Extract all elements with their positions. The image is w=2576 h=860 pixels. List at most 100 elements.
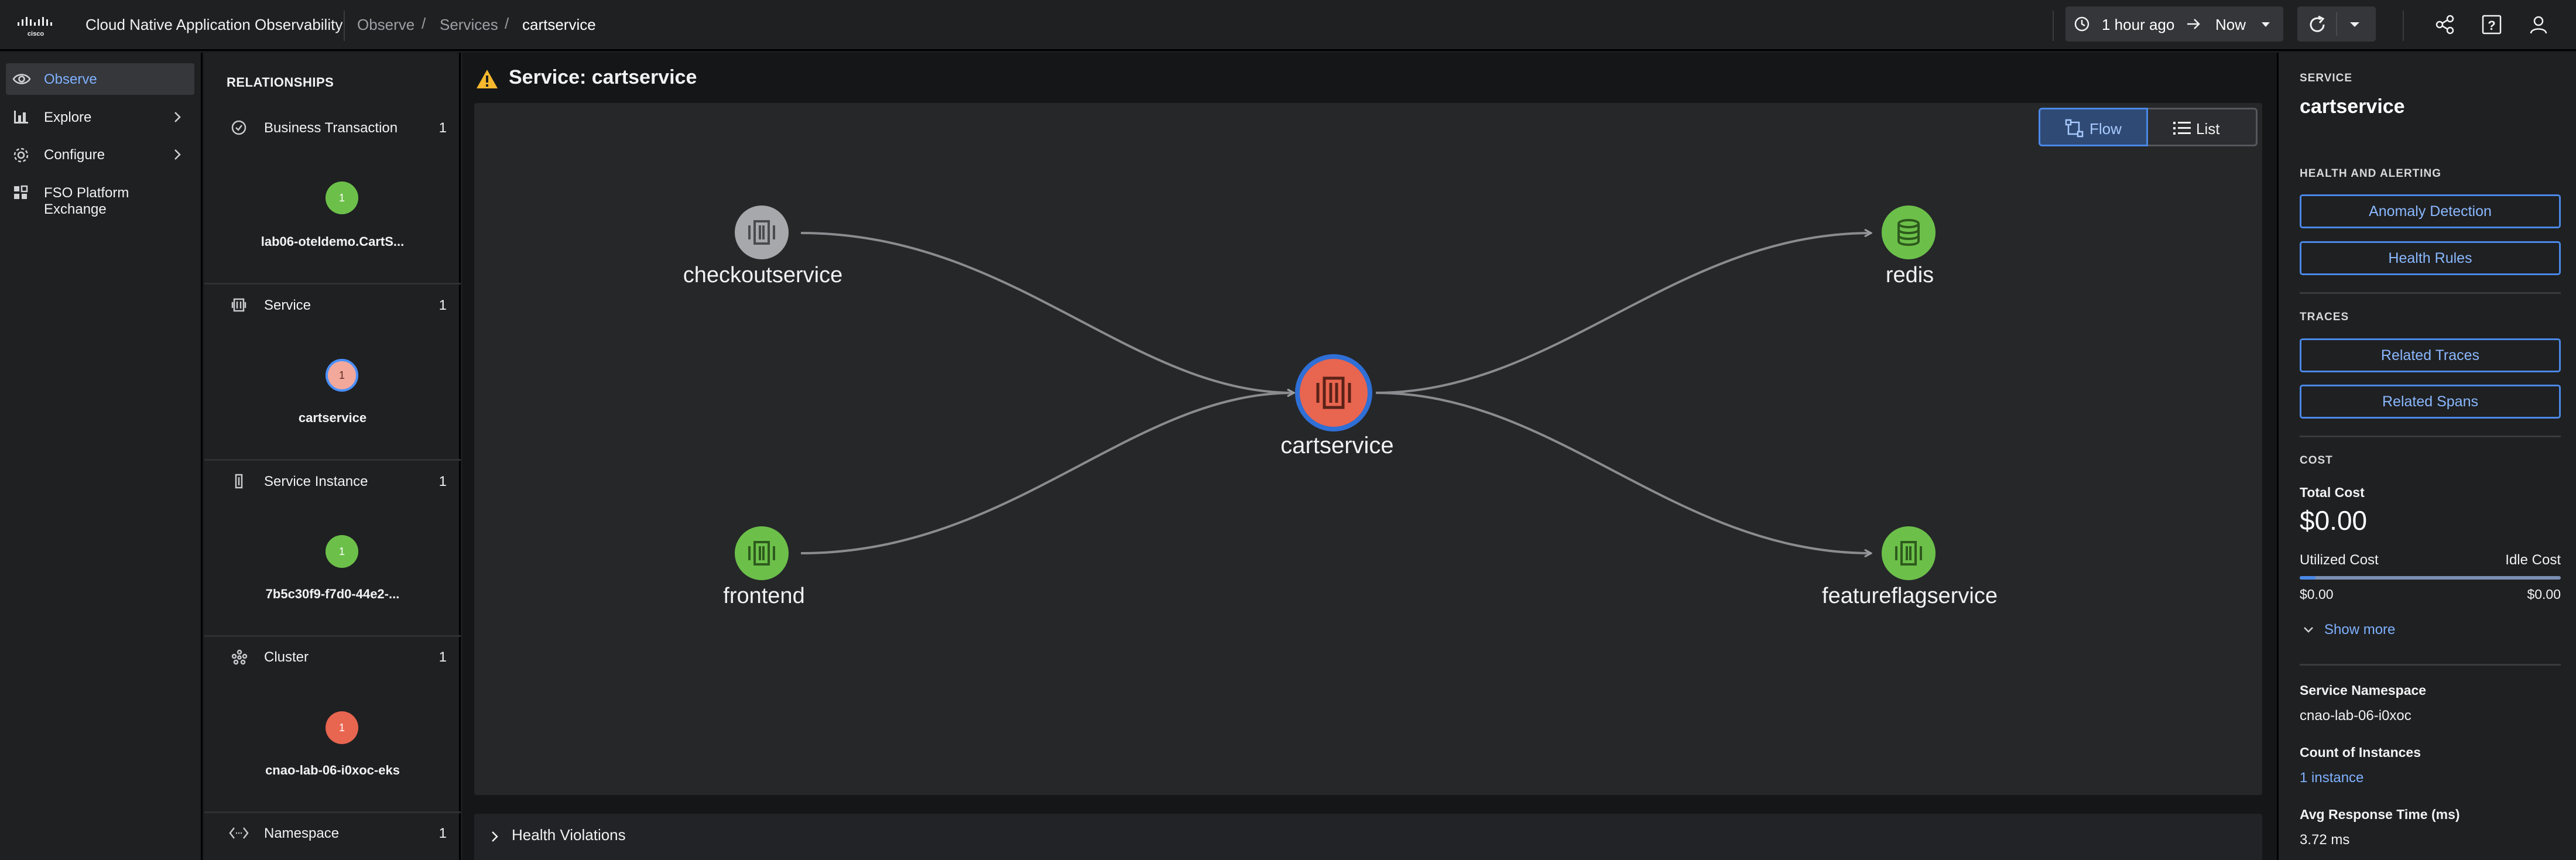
refresh-control[interactable]	[2297, 6, 2376, 42]
top-bar: cisco Cloud Native Application Observabi…	[0, 0, 2576, 51]
related-spans-button[interactable]: Related Spans	[2300, 385, 2561, 419]
divider	[2053, 11, 2054, 41]
group-count: 1	[439, 474, 447, 489]
svg-text:featureflagservice: featureflagservice	[1822, 584, 1998, 608]
divider	[344, 11, 345, 41]
breadcrumb-services[interactable]: Services	[440, 16, 498, 34]
nav-label: Explore	[44, 109, 92, 125]
eye-icon	[12, 74, 31, 84]
instances-link[interactable]: 1 instance	[2300, 770, 2363, 786]
flow-node-cartservice[interactable]: cartservice	[1280, 354, 1394, 458]
svg-text:?: ?	[2488, 18, 2495, 33]
divider	[204, 635, 461, 637]
relationship-group-business-transaction[interactable]: Business Transaction 1	[204, 115, 461, 139]
refresh-icon[interactable]	[2307, 15, 2328, 35]
caret-down-icon[interactable]	[2349, 22, 2360, 28]
time-to: Now	[2215, 16, 2246, 33]
nav-label: Observe	[44, 71, 97, 87]
flow-node-featureflagservice[interactable]: featureflagservice	[1822, 526, 1998, 608]
group-count: 1	[439, 825, 447, 841]
relationship-node[interactable]: 1	[326, 711, 358, 744]
warning-icon	[477, 70, 498, 88]
nav-item-fso-platform-exchange[interactable]: FSO Platform Exchange	[6, 177, 194, 217]
avg-response-time-value: 3.72 ms	[2300, 832, 2350, 848]
divider	[204, 811, 461, 813]
divider	[204, 283, 461, 285]
cluster-icon	[231, 649, 248, 665]
breadcrumb-current: cartservice	[522, 16, 596, 33]
cisco-logo[interactable]: cisco	[16, 16, 55, 37]
relationship-entity-label[interactable]: cartservice	[204, 410, 461, 426]
relationship-group-service-instance[interactable]: Service Instance 1	[204, 469, 461, 492]
service-instance-icon	[235, 474, 243, 489]
group-name: Service	[264, 297, 311, 313]
group-count: 1	[439, 649, 447, 665]
flow-edge-cartservice-redis	[1375, 233, 1871, 394]
nav-item-explore[interactable]: Explore	[6, 101, 194, 133]
share-icon[interactable]	[2434, 14, 2455, 35]
nav-label: Configure	[44, 147, 105, 163]
relationship-node-selected[interactable]: 1	[326, 359, 358, 392]
nav-item-configure[interactable]: Configure	[6, 139, 194, 170]
flow-icon	[2065, 119, 2084, 138]
namespace-icon	[229, 827, 249, 839]
flow-node-frontend[interactable]: frontend	[723, 526, 805, 608]
flow-edge-cartservice-featureflagservice	[1375, 392, 1871, 553]
svg-text:checkoutservice: checkoutservice	[683, 263, 842, 287]
count-of-instances-label: Count of Instances	[2300, 745, 2421, 760]
divider	[2300, 664, 2561, 666]
svg-text:cartservice: cartservice	[1280, 433, 1393, 458]
relationship-entity-label[interactable]: 7b5c30f9-f7d0-44e2-...	[204, 587, 461, 602]
relationships-panel: RELATIONSHIPS Business Transaction 1 1 l…	[204, 53, 461, 860]
business-transaction-icon	[231, 120, 246, 135]
nav-item-observe[interactable]: Observe	[6, 63, 194, 95]
relationship-entity-label[interactable]: lab06-oteldemo.CartS...	[204, 234, 461, 249]
help-icon[interactable]: ?	[2481, 14, 2502, 35]
chevron-right-icon	[492, 831, 498, 842]
anomaly-detection-button[interactable]: Anomaly Detection	[2300, 194, 2561, 228]
time-from: 1 hour ago	[2102, 16, 2175, 33]
flow-view-toggle[interactable]: Flow	[2039, 108, 2148, 146]
clock-icon	[2074, 16, 2089, 32]
flow-edge-frontend-cartservice	[800, 393, 1294, 554]
list-view-toggle[interactable]: List	[2148, 108, 2258, 146]
divider	[2403, 11, 2404, 41]
group-name: Service Instance	[264, 474, 368, 489]
chevron-down-icon	[2304, 627, 2313, 633]
flow-node-redis[interactable]: redis	[1882, 205, 1936, 287]
svg-text:frontend: frontend	[723, 584, 804, 608]
grid-icon	[14, 185, 28, 199]
total-cost-value: $0.00	[2300, 505, 2368, 536]
user-icon[interactable]	[2528, 14, 2549, 35]
page-title: Service: cartservice	[509, 66, 697, 88]
relationship-group-namespace[interactable]: Namespace 1	[204, 821, 461, 844]
relationship-group-service[interactable]: Service 1	[204, 293, 461, 316]
caret-down-icon	[2262, 22, 2270, 27]
related-traces-button[interactable]: Related Traces	[2300, 338, 2561, 372]
divider	[2300, 436, 2561, 437]
cost-bar	[2300, 576, 2561, 580]
flow-map[interactable]: checkoutservice frontend cartservice red…	[474, 103, 2262, 795]
health-violations-label: Health Violations	[512, 826, 626, 844]
breadcrumb-observe[interactable]: Observe	[357, 16, 415, 34]
health-violations-section[interactable]: Health Violations	[474, 814, 2262, 860]
app-title[interactable]: Cloud Native Application Observability	[85, 16, 342, 34]
group-name: Namespace	[264, 825, 340, 841]
svg-text:cisco: cisco	[28, 30, 44, 37]
time-range-picker[interactable]: 1 hour ago Now	[2065, 6, 2283, 42]
health-rules-button[interactable]: Health Rules	[2300, 241, 2561, 275]
service-icon	[231, 298, 246, 312]
relationship-node[interactable]: 1	[326, 181, 358, 214]
relationship-group-cluster[interactable]: Cluster 1	[204, 645, 461, 668]
show-more-toggle[interactable]: Show more	[2300, 621, 2417, 640]
relationship-node[interactable]: 1	[326, 535, 358, 568]
group-count: 1	[439, 297, 447, 313]
chevron-right-icon	[174, 112, 181, 122]
divider	[2336, 12, 2337, 36]
idle-cost-value: $0.00	[2527, 587, 2561, 602]
arrow-right-icon	[2187, 19, 2200, 29]
flow-node-checkoutservice[interactable]: checkoutservice	[683, 205, 842, 287]
relationship-entity-label[interactable]: cnao-lab-06-i0xoc-eks	[204, 763, 461, 778]
chevron-right-icon	[174, 149, 181, 160]
show-more-link: Show more	[2324, 622, 2396, 638]
